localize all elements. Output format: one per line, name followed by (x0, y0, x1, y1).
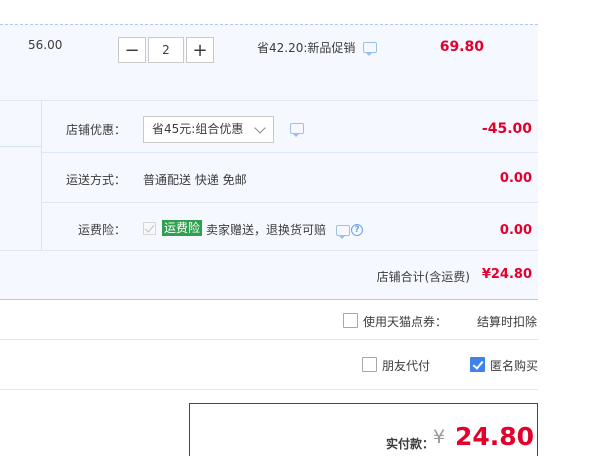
message-icon[interactable] (290, 123, 304, 137)
subtotal-value: ¥24.80 (481, 267, 532, 282)
quantity-stepper: − 2 + (118, 37, 214, 65)
shipping-value: 0.00 (499, 171, 532, 186)
increase-quantity-button[interactable]: + (186, 37, 214, 63)
shipping-row: 运送方式： 普通配送 快递 免邮 0.00 (42, 153, 538, 203)
item-total: 69.80 (439, 39, 484, 55)
discount-label: 店铺优惠： (65, 123, 126, 137)
divider (0, 339, 538, 340)
shipping-method: 普通配送 快递 免邮 (143, 173, 247, 187)
shop-summary: 店铺优惠： 省45元:组合优惠 -45.00 运送方式： 普通配送 快递 免邮 … (0, 100, 538, 300)
message-icon[interactable] (336, 225, 350, 239)
discount-value: -45.00 (481, 121, 532, 137)
tmall-points-label: 使用天猫点券： (363, 315, 448, 329)
shop-left-column (0, 101, 42, 250)
insurance-row: 运费险： 运费险 卖家赠送，退换货可赔 ? 0.00 (42, 203, 538, 250)
currency-symbol: ¥ (433, 426, 446, 448)
insurance-text: 卖家赠送，退换货可赔 (206, 223, 327, 237)
shop-subtotal-row: 店铺合计(含运费) ¥24.80 (0, 250, 538, 301)
help-icon[interactable]: ? (351, 224, 363, 236)
insurance-checkbox[interactable] (143, 222, 156, 235)
divider (0, 146, 42, 147)
discount-select[interactable]: 省45元:组合优惠 (143, 116, 274, 143)
discount-select-value: 省45元:组合优惠 (152, 122, 244, 136)
chevron-down-icon (254, 122, 266, 134)
payment-summary-box: 实付款： ¥ 24.80 (189, 403, 538, 456)
unit-price: 56.00 (28, 38, 63, 52)
insurance-value: 0.00 (499, 223, 532, 238)
decrease-quantity-button[interactable]: − (118, 37, 146, 63)
message-icon[interactable] (363, 42, 377, 56)
check-icon (144, 222, 155, 233)
divider (0, 389, 538, 390)
tmall-points-checkbox[interactable] (343, 313, 358, 328)
anonymous-checkbox[interactable] (470, 357, 485, 372)
friend-pay-label: 朋友代付 (382, 359, 431, 373)
insurance-label: 运费险： (77, 223, 126, 237)
quantity-input[interactable]: 2 (148, 37, 184, 63)
order-confirm-panel: 56.00 − 2 + 省42.20:新品促销 69.80 店铺优惠： 省45元… (0, 0, 593, 456)
anonymous-label: 匿名购买 (490, 359, 539, 373)
insurance-tag: 运费险 (162, 220, 203, 236)
payment-amount: 24.80 (455, 422, 535, 451)
shop-discount-row: 店铺优惠： 省45元:组合优惠 -45.00 (42, 103, 538, 153)
friend-pay-checkbox[interactable] (362, 357, 377, 372)
payment-label: 实付款： (386, 437, 435, 451)
promo-text: 省42.20:新品促销 (257, 41, 356, 55)
item-row: 56.00 − 2 + 省42.20:新品促销 69.80 (0, 24, 538, 100)
subtotal-label: 店铺合计(含运费) (376, 270, 470, 284)
shipping-label: 运送方式： (65, 173, 126, 187)
tmall-points-note: 结算时扣除 (477, 315, 538, 329)
